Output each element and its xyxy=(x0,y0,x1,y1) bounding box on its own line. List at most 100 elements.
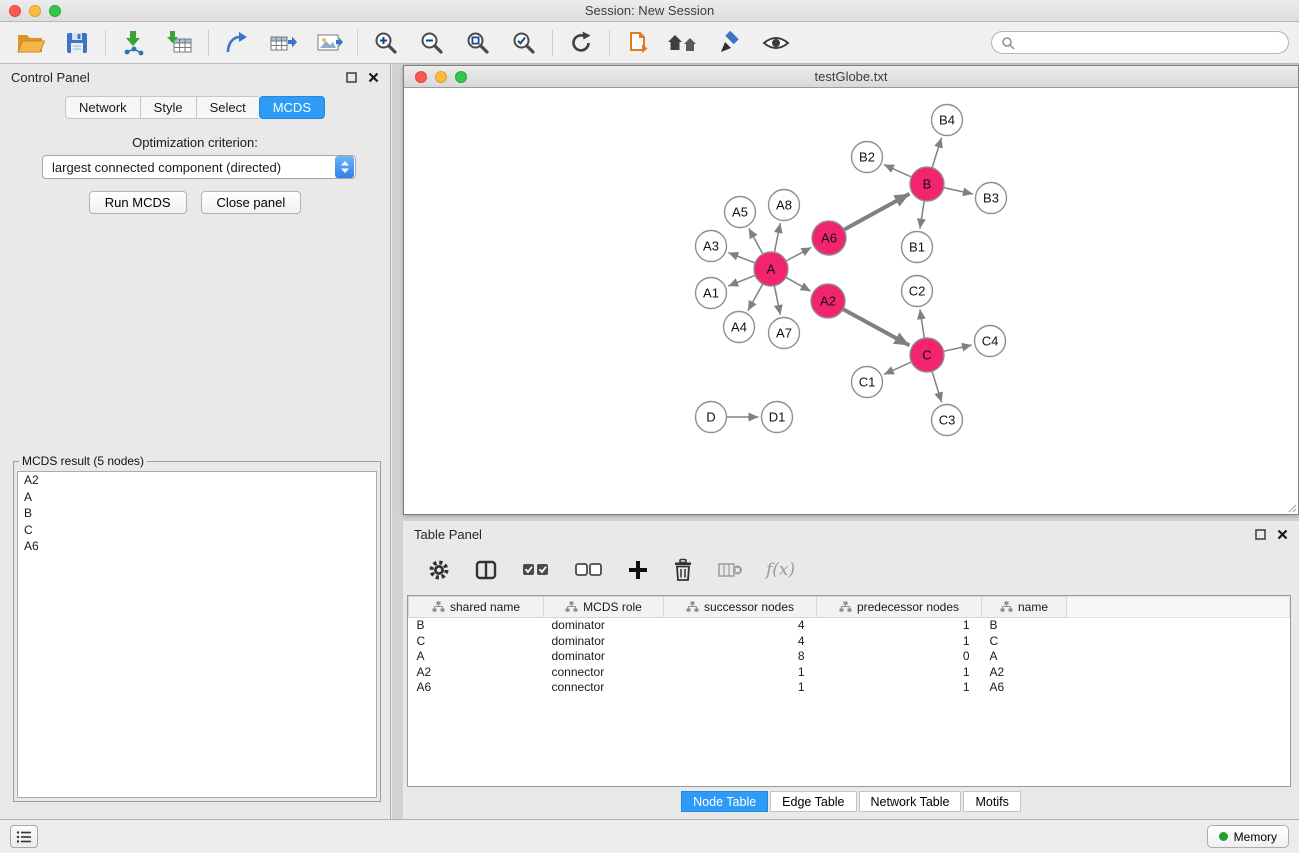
table-cell[interactable]: 4 xyxy=(664,618,817,634)
result-item[interactable]: B xyxy=(18,505,376,522)
graph-node-B1[interactable]: B1 xyxy=(902,232,933,263)
result-item[interactable]: C xyxy=(18,522,376,539)
graph-node-C4[interactable]: C4 xyxy=(975,326,1006,357)
table-row[interactable]: A2connector11A2 xyxy=(409,665,1290,681)
memory-button[interactable]: Memory xyxy=(1207,825,1289,848)
window-resize-grip[interactable] xyxy=(1287,503,1297,513)
tab-network-table[interactable]: Network Table xyxy=(859,791,962,812)
edge-A-A4[interactable] xyxy=(748,284,763,311)
graph-node-C2[interactable]: C2 xyxy=(902,276,933,307)
select-all-button[interactable] xyxy=(521,560,551,580)
import-network-button[interactable] xyxy=(113,26,155,60)
result-item[interactable]: A6 xyxy=(18,538,376,555)
table-cell[interactable]: A xyxy=(982,649,1067,665)
export-table-button[interactable] xyxy=(262,26,304,60)
edge-C-C1[interactable] xyxy=(884,362,912,374)
close-table-panel-icon[interactable] xyxy=(1277,529,1288,540)
tab-node-table[interactable]: Node Table xyxy=(681,791,768,812)
table-row[interactable]: Bdominator41B xyxy=(409,618,1290,634)
table-row[interactable]: Adominator80A xyxy=(409,649,1290,665)
zoom-in-button[interactable] xyxy=(365,26,407,60)
table-cell[interactable]: C xyxy=(409,634,544,650)
minimize-network-window-button[interactable] xyxy=(435,71,447,83)
graph-node-A3[interactable]: A3 xyxy=(696,231,727,262)
graph-node-B2[interactable]: B2 xyxy=(852,142,883,173)
run-mcds-button[interactable]: Run MCDS xyxy=(89,191,187,214)
import-table-button[interactable] xyxy=(159,26,201,60)
column-header-predecessor-nodes[interactable]: predecessor nodes xyxy=(817,597,982,618)
close-panel-button[interactable]: Close panel xyxy=(201,191,302,214)
graph-node-C[interactable]: C xyxy=(910,338,944,372)
export-image-button[interactable] xyxy=(308,26,350,60)
table-cell[interactable]: 1 xyxy=(664,665,817,681)
tab-style[interactable]: Style xyxy=(140,96,196,119)
save-session-button[interactable] xyxy=(56,26,98,60)
delete-rows-button[interactable] xyxy=(672,558,694,582)
edge-A-A6[interactable] xyxy=(786,247,811,261)
close-window-button[interactable] xyxy=(9,5,21,17)
table-cell[interactable]: B xyxy=(409,618,544,634)
tab-edge-table[interactable]: Edge Table xyxy=(770,791,856,812)
annotations-button[interactable] xyxy=(709,26,751,60)
edge-B-B3[interactable] xyxy=(944,188,973,194)
export-network-button[interactable] xyxy=(216,26,258,60)
task-history-button[interactable] xyxy=(10,825,38,848)
edge-A-A1[interactable] xyxy=(728,275,755,286)
table-cell[interactable]: 4 xyxy=(664,634,817,650)
edge-A2-C[interactable] xyxy=(843,309,910,345)
minimize-window-button[interactable] xyxy=(29,5,41,17)
edge-A6-B[interactable] xyxy=(844,194,910,230)
close-panel-icon[interactable] xyxy=(368,72,379,83)
apply-layout-button[interactable] xyxy=(560,26,602,60)
network-window-titlebar[interactable]: testGlobe.txt xyxy=(404,66,1298,88)
graph-node-B3[interactable]: B3 xyxy=(976,183,1007,214)
function-builder-button[interactable]: f(x) xyxy=(766,560,795,580)
graph-node-A5[interactable]: A5 xyxy=(725,197,756,228)
table-cell[interactable]: 1 xyxy=(817,680,982,696)
tab-motifs[interactable]: Motifs xyxy=(963,791,1020,812)
mcds-result-list[interactable]: A2ABCA6 xyxy=(17,471,377,798)
deselect-all-button[interactable] xyxy=(574,560,604,580)
add-row-button[interactable] xyxy=(627,559,649,581)
graph-node-D1[interactable]: D1 xyxy=(762,402,793,433)
float-panel-icon[interactable] xyxy=(346,72,357,83)
graph-node-C1[interactable]: C1 xyxy=(852,367,883,398)
show-columns-button[interactable] xyxy=(474,558,498,582)
column-header-shared-name[interactable]: shared name xyxy=(409,597,544,618)
zoom-selected-button[interactable] xyxy=(503,26,545,60)
open-session-button[interactable] xyxy=(10,26,52,60)
tab-network[interactable]: Network xyxy=(65,96,140,119)
table-row[interactable]: Cdominator41C xyxy=(409,634,1290,650)
network-canvas[interactable]: B4B2BB3A5A8A6A3B1AC2A1A2A4A7C4CC1DD1C3 xyxy=(404,88,1298,514)
graph-node-C3[interactable]: C3 xyxy=(932,405,963,436)
table-cell[interactable]: dominator xyxy=(544,618,664,634)
table-cell[interactable]: dominator xyxy=(544,649,664,665)
table-cell[interactable]: connector xyxy=(544,680,664,696)
tab-mcds[interactable]: MCDS xyxy=(259,96,325,119)
table-cell[interactable]: 1 xyxy=(664,680,817,696)
show-graphics-details-button[interactable] xyxy=(755,26,797,60)
graph-node-A2[interactable]: A2 xyxy=(811,284,845,318)
graph-node-A8[interactable]: A8 xyxy=(769,190,800,221)
edge-B-B4[interactable] xyxy=(932,138,941,168)
result-item[interactable]: A2 xyxy=(18,472,376,489)
fit-content-button[interactable] xyxy=(457,26,499,60)
tab-select[interactable]: Select xyxy=(196,96,259,119)
graph-node-B4[interactable]: B4 xyxy=(932,105,963,136)
edge-C-C4[interactable] xyxy=(944,345,972,351)
graph-node-A[interactable]: A xyxy=(754,252,788,286)
table-cell[interactable]: 1 xyxy=(817,618,982,634)
table-cell[interactable]: A2 xyxy=(409,665,544,681)
table-cell[interactable]: A6 xyxy=(409,680,544,696)
delete-column-button[interactable] xyxy=(717,560,743,580)
edge-A-A2[interactable] xyxy=(786,277,811,291)
table-cell[interactable]: 8 xyxy=(664,649,817,665)
table-settings-button[interactable] xyxy=(427,558,451,582)
table-row[interactable]: A6connector11A6 xyxy=(409,680,1290,696)
table-cell[interactable]: 1 xyxy=(817,634,982,650)
graph-node-D[interactable]: D xyxy=(696,402,727,433)
edge-B-B1[interactable] xyxy=(920,201,924,229)
criterion-dropdown[interactable]: largest connected component (directed) xyxy=(42,155,356,179)
graph-node-A4[interactable]: A4 xyxy=(724,312,755,343)
edge-A-A7[interactable] xyxy=(774,286,780,315)
